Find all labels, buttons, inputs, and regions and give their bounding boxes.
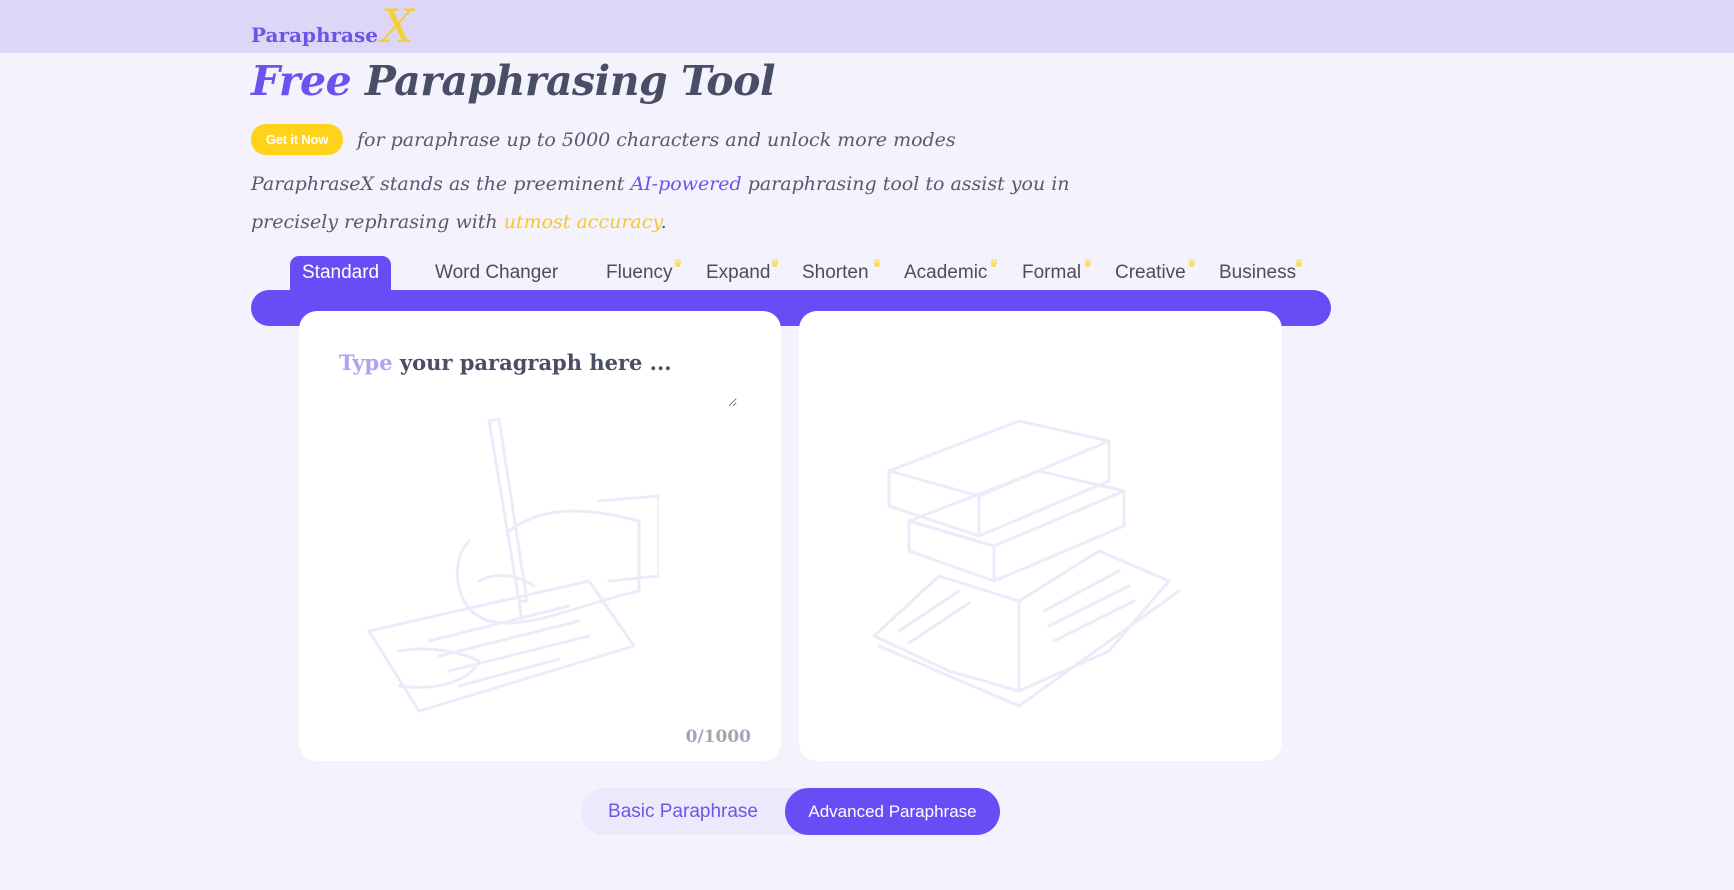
tab-label: Fluency: [606, 262, 673, 283]
premium-crown-icon: ♛: [989, 258, 999, 270]
description-text-1: ParaphraseX stands as the preeminent: [251, 173, 631, 195]
tool-description: ParaphraseX stands as the preeminent AI-…: [251, 165, 1151, 241]
premium-crown-icon: ♛: [673, 258, 683, 270]
tab-label: Expand: [706, 262, 771, 283]
tab-shorten[interactable]: Shorten ♛: [802, 256, 882, 289]
description-highlight-ai-powered: AI-powered: [630, 173, 742, 195]
promo-text: for paraphrase up to 5000 characters and…: [357, 128, 956, 151]
premium-crown-icon: ♛: [1187, 258, 1197, 270]
tab-label: Academic: [904, 262, 988, 283]
premium-crown-icon: ♛: [770, 258, 780, 270]
mode-tabs: Standard Word Changer Fluency ♛ Expand ♛…: [0, 256, 1734, 292]
hand-writing-illustration: [367, 417, 659, 713]
logo-text: Paraphrase: [251, 23, 378, 47]
premium-crown-icon: ♛: [1294, 258, 1304, 270]
input-panel[interactable]: Type your paragraph here ... 0/1000: [299, 311, 781, 761]
top-navigation-bar: Paraphrase X: [0, 0, 1734, 53]
advanced-paraphrase-button[interactable]: Advanced Paraphrase: [785, 788, 1000, 835]
tab-word-changer[interactable]: Word Changer: [435, 256, 558, 289]
page-title-accent: Free: [251, 57, 352, 105]
description-highlight-accuracy: utmost accuracy: [503, 211, 661, 233]
get-it-now-button[interactable]: Get it Now: [251, 124, 343, 155]
logo-x-mark: X: [380, 0, 414, 53]
premium-crown-icon: ♛: [1083, 258, 1093, 270]
tab-label: Business: [1219, 262, 1297, 283]
output-panel: [799, 311, 1282, 761]
tab-fluency[interactable]: Fluency ♛: [606, 256, 683, 289]
tab-label: Creative: [1115, 262, 1186, 283]
paragraph-input[interactable]: [337, 347, 737, 407]
tab-label: Shorten: [802, 262, 869, 283]
promo-row: Get it Now for paraphrase up to 5000 cha…: [251, 124, 956, 155]
paraphrasex-logo[interactable]: Paraphrase X: [251, 3, 414, 49]
tab-academic[interactable]: Academic ♛: [904, 256, 999, 289]
tab-business[interactable]: Business ♛: [1219, 256, 1304, 289]
premium-crown-icon: ♛: [872, 258, 882, 270]
character-counter: 0/1000: [685, 727, 751, 747]
tab-formal[interactable]: Formal ♛: [1022, 256, 1093, 289]
tab-expand[interactable]: Expand ♛: [706, 256, 780, 289]
description-text-3: .: [660, 211, 667, 233]
tab-label: Standard: [302, 262, 380, 283]
tab-creative[interactable]: Creative ♛: [1115, 256, 1197, 289]
tab-label: Formal: [1022, 262, 1082, 283]
page-title: Free Paraphrasing Tool: [251, 57, 776, 105]
tab-label: Word Changer: [435, 262, 559, 283]
paraphrase-mode-toggle: Basic Paraphrase Advanced Paraphrase: [581, 788, 1000, 835]
books-illustration: [872, 419, 1181, 708]
basic-paraphrase-button[interactable]: Basic Paraphrase: [581, 788, 785, 835]
page-title-rest: Paraphrasing Tool: [364, 57, 776, 105]
tab-standard[interactable]: Standard: [290, 256, 392, 292]
